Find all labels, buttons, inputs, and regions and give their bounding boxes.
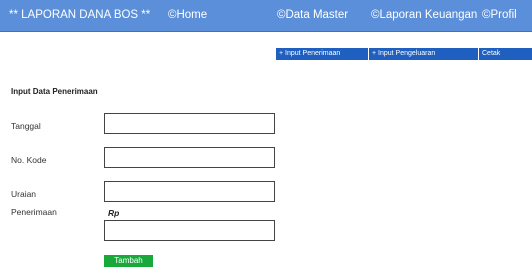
tanggal-input[interactable] xyxy=(104,113,275,134)
app-title: ** LAPORAN DANA BOS ** xyxy=(9,9,151,21)
subnav-cetak[interactable]: Cetak xyxy=(479,48,532,60)
nav-data-master-link[interactable]: ©Data Master xyxy=(277,9,348,21)
no-kode-input[interactable] xyxy=(104,147,275,168)
uraian-input[interactable] xyxy=(104,181,275,202)
nav-home-link[interactable]: ©Home xyxy=(168,9,207,21)
form-title: Input Data Penerimaan xyxy=(11,87,98,96)
no-kode-label: No. Kode xyxy=(11,155,47,165)
tanggal-label: Tanggal xyxy=(11,121,41,131)
subnav-input-pengeluaran[interactable]: + Input Pengeluaran xyxy=(369,48,478,60)
top-header-bar: ** LAPORAN DANA BOS ** ©Home ©Data Maste… xyxy=(0,0,532,32)
subnav-input-penerimaan[interactable]: + Input Penerimaan xyxy=(276,48,368,60)
uraian-label: Uraian xyxy=(11,189,37,199)
penerimaan-label: Penerimaan xyxy=(11,207,57,217)
penerimaan-input[interactable] xyxy=(104,220,275,241)
currency-prefix: Rp xyxy=(108,208,120,218)
nav-laporan-keuangan-link[interactable]: ©Laporan Keuangan xyxy=(371,9,477,21)
tambah-button[interactable]: Tambah xyxy=(104,255,153,267)
nav-profil-link[interactable]: ©Profil xyxy=(482,9,517,21)
